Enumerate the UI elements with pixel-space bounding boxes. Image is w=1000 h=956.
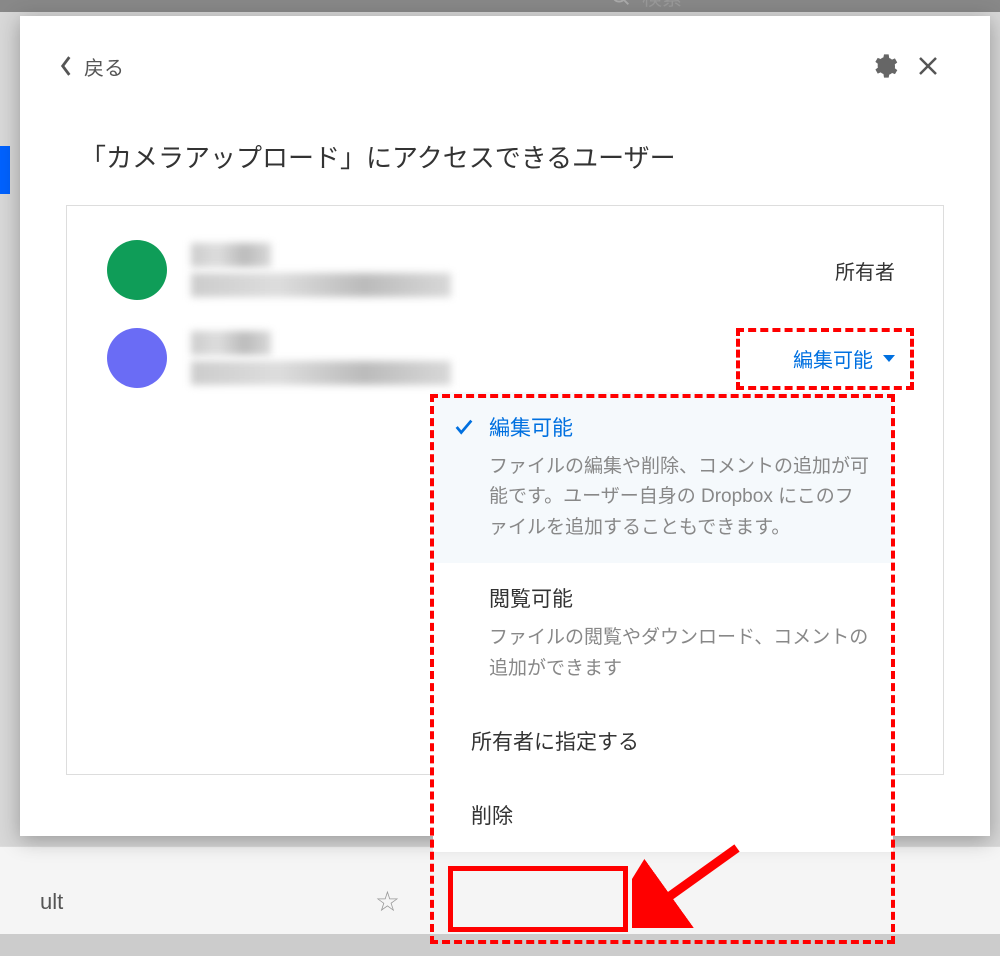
user-email-redacted	[191, 361, 451, 385]
menu-item-desc: ファイルの閲覧やダウンロード、コメントの追加ができます	[489, 623, 869, 684]
user-row-owner: 所有者	[67, 226, 943, 314]
menu-item-title: 所有者に指定する	[471, 726, 869, 756]
menu-item-make-owner[interactable]: 所有者に指定する	[433, 704, 893, 778]
close-icon	[916, 54, 940, 78]
settings-button[interactable]	[862, 44, 906, 88]
permission-label: 編集可能	[793, 344, 873, 373]
menu-item-view[interactable]: 閲覧可能 ファイルの閲覧やダウンロード、コメントの追加ができます	[433, 563, 893, 704]
avatar	[107, 240, 167, 300]
gear-icon	[870, 52, 898, 80]
menu-item-title: 削除	[471, 800, 869, 830]
permission-dropdown[interactable]: 編集可能	[793, 344, 903, 373]
modal-title: 「カメラアップロード」にアクセスできるユーザー	[20, 108, 990, 205]
menu-item-desc: ファイルの編集や削除、コメントの追加が可能です。ユーザー自身の Dropbox …	[489, 452, 869, 543]
check-icon	[453, 416, 475, 443]
menu-item-title: 閲覧可能	[489, 583, 869, 613]
bg-search: 検索	[610, 0, 682, 11]
chevron-left-icon	[60, 56, 72, 76]
menu-item-title: 編集可能	[489, 412, 869, 442]
back-label: 戻る	[84, 52, 124, 81]
avatar	[107, 328, 167, 388]
back-button[interactable]: 戻る	[60, 52, 124, 81]
permission-menu: 編集可能 ファイルの編集や削除、コメントの追加が可能です。ユーザー自身の Dro…	[433, 392, 893, 852]
close-button[interactable]	[906, 44, 950, 88]
menu-item-edit[interactable]: 編集可能 ファイルの編集や削除、コメントの追加が可能です。ユーザー自身の Dro…	[433, 392, 893, 563]
caret-down-icon	[883, 355, 895, 362]
star-icon: ☆	[375, 885, 400, 918]
user-name-redacted	[191, 331, 271, 355]
menu-item-delete[interactable]: 削除	[433, 778, 893, 852]
user-email-redacted	[191, 273, 451, 297]
user-row-member: 編集可能	[67, 314, 943, 402]
user-name-redacted	[191, 243, 271, 267]
role-owner: 所有者	[835, 256, 903, 285]
